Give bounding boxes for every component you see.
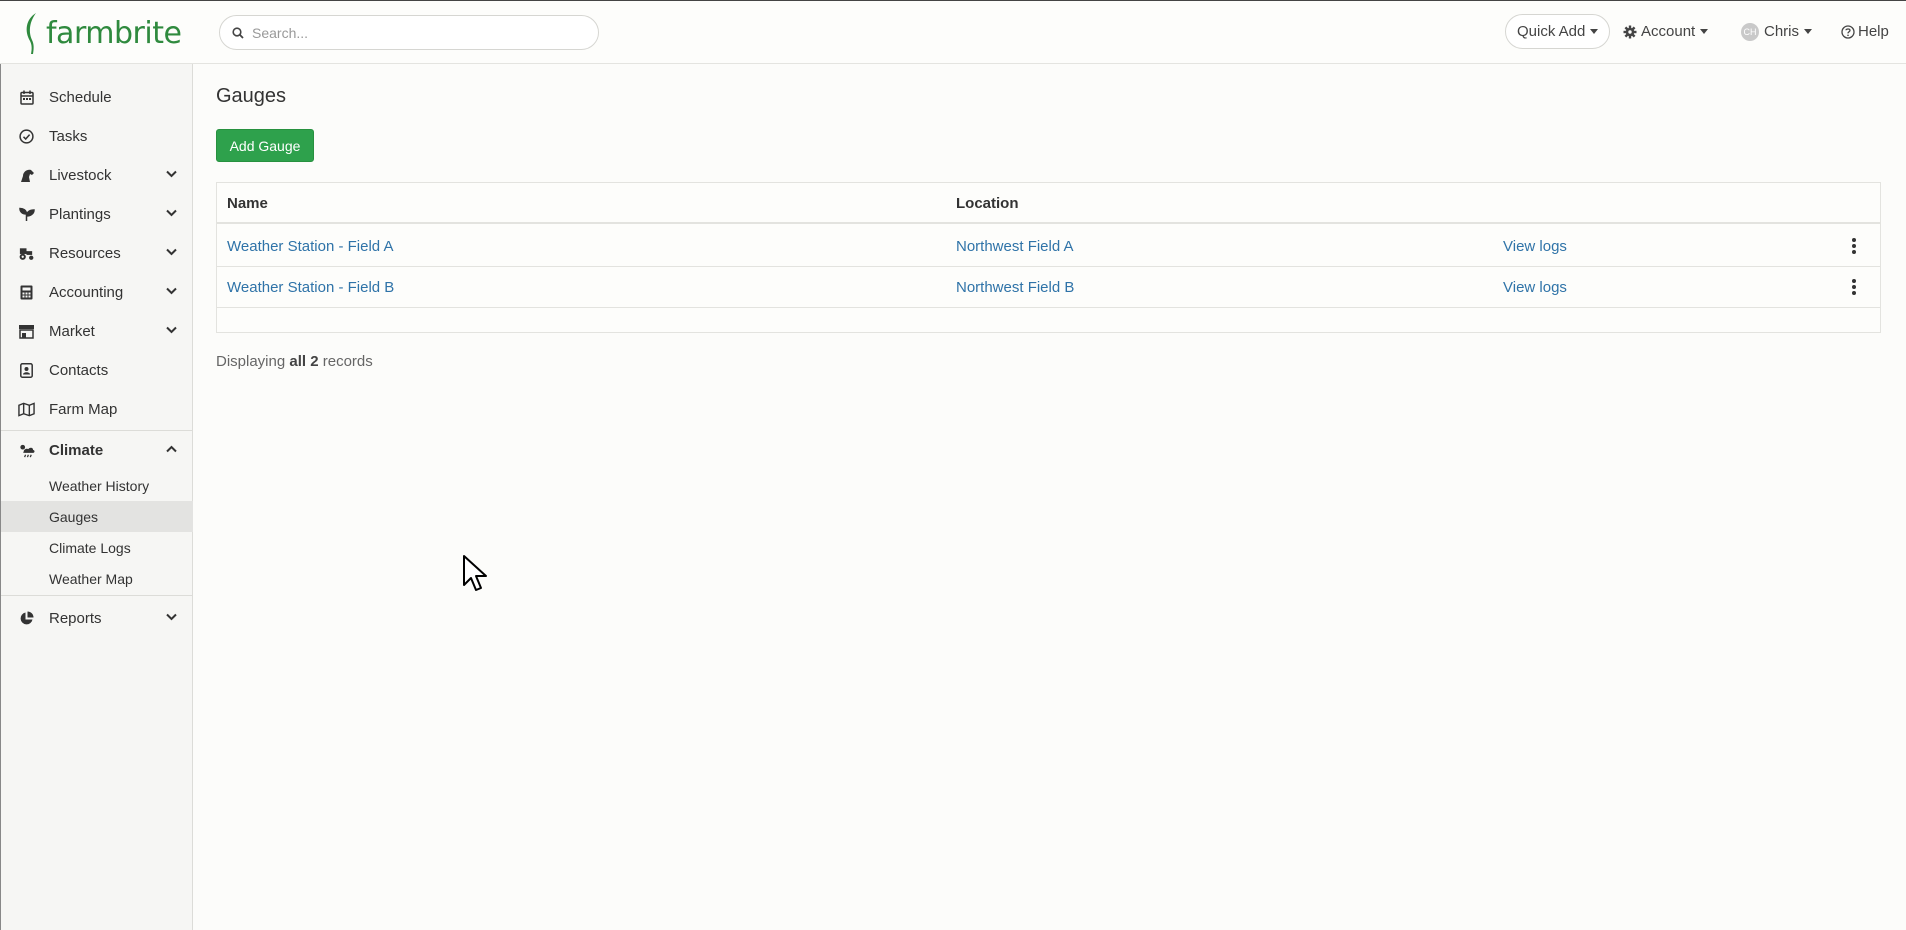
map-icon [18,401,35,418]
more-options-icon[interactable] [1852,279,1856,295]
address-book-icon [18,362,35,379]
sidebar-item-label: Climate [49,442,104,459]
sidebar-item-accounting[interactable]: Accounting [1,273,193,312]
sidebar-item-label: Market [49,323,95,340]
add-gauge-button[interactable]: Add Gauge [216,129,314,162]
sidebar-item-climate[interactable]: Climate [1,431,193,470]
calendar-icon [18,89,35,106]
table-row: Weather Station - Field A Northwest Fiel… [217,226,1880,267]
sidebar-item-label: Tasks [49,128,88,145]
sidebar-item-label: Schedule [49,89,112,106]
more-options-icon[interactable] [1852,238,1856,254]
view-logs-link[interactable]: View logs [1503,279,1567,296]
caret-down-icon [1590,29,1599,34]
calculator-icon [18,284,35,301]
view-logs-link[interactable]: View logs [1503,238,1567,255]
caret-down-icon [1700,29,1709,34]
horse-icon [18,167,35,184]
gauge-name-link[interactable]: Weather Station - Field A [227,238,393,255]
sidebar-item-label: Contacts [49,362,109,379]
brand-name: farmbrite [46,15,182,51]
sidebar-subitem-label: Gauges [49,508,99,525]
records-suffix: records [322,353,373,370]
sidebar-item-resources[interactable]: Resources [1,234,193,273]
account-label: Account [1641,23,1696,40]
sidebar-group-climate: Climate Weather History Gauges Climate L… [1,430,193,596]
search-icon [232,26,244,39]
chevron-down-icon [166,170,177,178]
gauge-name-link[interactable]: Weather Station - Field B [227,279,394,296]
records-count: Displaying all 2 records [216,353,373,370]
sidebar-item-market[interactable]: Market [1,312,193,351]
sidebar-subitem-weather-history[interactable]: Weather History [1,470,193,501]
sidebar-subitem-label: Weather Map [49,570,133,587]
sidebar-item-tasks[interactable]: Tasks [1,117,193,156]
sidebar: Schedule Tasks Livestock Plantings Resou… [0,64,193,930]
help-label: Help [1858,23,1889,40]
cloud-sun-rain-icon [18,442,35,459]
chevron-down-icon [166,613,177,621]
leaf-icon [26,13,36,54]
search-input[interactable] [252,24,572,41]
chart-pie-icon [18,610,35,627]
avatar: CH [1741,22,1759,41]
store-icon [18,323,35,340]
page-title: Gauges [216,85,287,107]
gear-icon [1623,25,1637,38]
search-box[interactable] [219,15,599,50]
sidebar-item-farm-map[interactable]: Farm Map [1,390,193,429]
check-circle-icon [18,128,35,145]
sidebar-subitem-label: Climate Logs [49,539,131,556]
sidebar-item-label: Accounting [49,284,124,301]
sidebar-item-schedule[interactable]: Schedule [1,78,193,117]
table-header: Name Location [217,183,1880,224]
tractor-icon [18,245,35,262]
help-link[interactable]: Help [1841,14,1889,49]
seedling-icon [18,206,35,223]
caret-down-icon [1804,29,1813,34]
chevron-down-icon [166,209,177,217]
chevron-down-icon [166,287,177,295]
sidebar-item-label: Plantings [49,206,111,223]
mouse-cursor-icon [463,555,487,591]
top-navbar: farmbrite Quick Add Account CH Chris [0,0,1906,64]
gauges-table: Name Location Weather Station - Field A … [216,182,1881,333]
gauge-location-link[interactable]: Northwest Field A [956,238,1074,255]
account-menu[interactable]: Account [1623,14,1709,49]
sidebar-subitem-gauges[interactable]: Gauges [1,501,193,532]
chevron-down-icon [166,248,177,256]
table-row: Weather Station - Field B Northwest Fiel… [217,267,1880,308]
sidebar-item-livestock[interactable]: Livestock [1,156,193,195]
user-name: Chris [1764,23,1800,40]
chevron-down-icon [166,326,177,334]
sidebar-item-label: Farm Map [49,401,118,418]
gauge-location-link[interactable]: Northwest Field B [956,279,1074,296]
sidebar-item-reports[interactable]: Reports [1,599,193,638]
quick-add-label: Quick Add [1517,23,1586,40]
sidebar-subitem-label: Weather History [49,477,150,494]
sidebar-subitem-weather-map[interactable]: Weather Map [1,563,193,594]
sidebar-item-contacts[interactable]: Contacts [1,351,193,390]
sidebar-item-label: Reports [49,610,102,627]
user-menu[interactable]: CH Chris [1741,14,1813,49]
sidebar-item-label: Resources [49,245,121,262]
records-all: all 2 [289,353,319,370]
records-prefix: Displaying [216,353,286,370]
quick-add-button[interactable]: Quick Add [1505,14,1611,49]
brand-logo[interactable]: farmbrite [22,10,182,56]
column-header-name[interactable]: Name [227,195,268,212]
column-header-location[interactable]: Location [956,195,1019,212]
sidebar-subitem-climate-logs[interactable]: Climate Logs [1,532,193,563]
chevron-up-icon [166,445,177,453]
question-circle-icon [1841,24,1855,39]
sidebar-item-plantings[interactable]: Plantings [1,195,193,234]
sidebar-item-label: Livestock [49,167,112,184]
